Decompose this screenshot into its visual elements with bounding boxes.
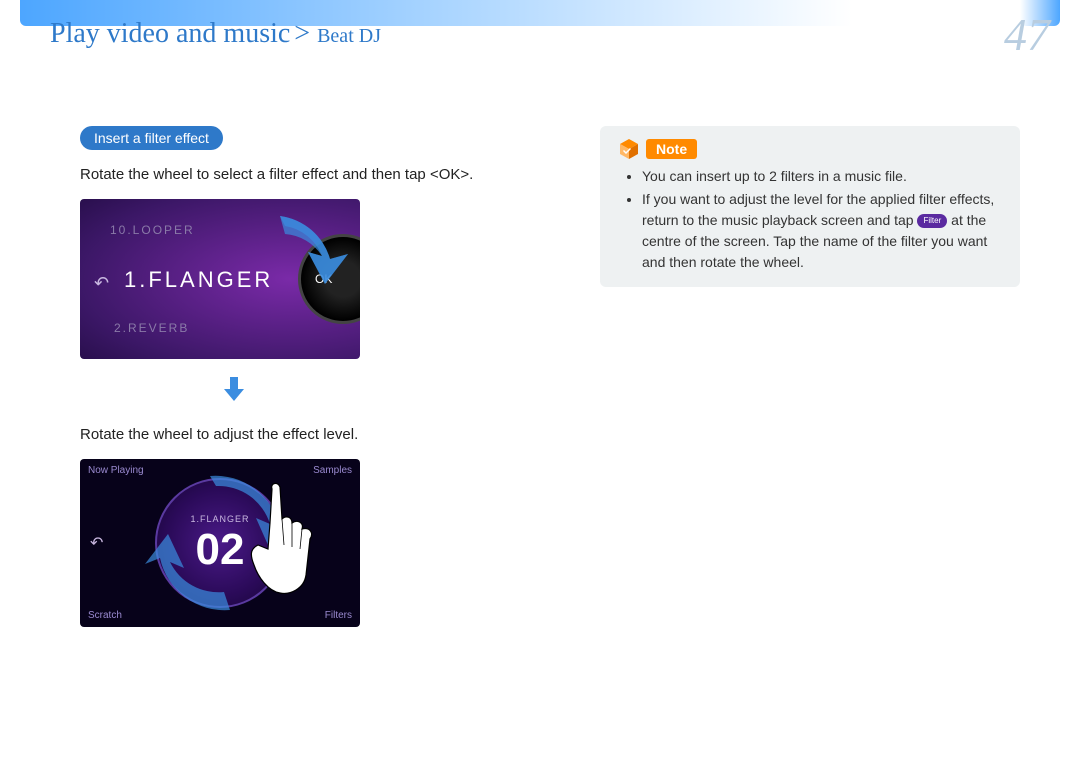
filter-next-label: 2.REVERB (114, 321, 189, 335)
breadcrumb-separator: > (294, 18, 317, 49)
note-box: Note You can insert up to 2 filters in a… (600, 126, 1020, 287)
back-icon (94, 273, 110, 289)
corner-now-playing: Now Playing (88, 465, 144, 476)
breadcrumb: Play video and music > Beat DJ (50, 18, 381, 50)
filter-prev-label: 10.LOOPER (110, 223, 195, 237)
filter-current-label: 1.FLANGER (124, 267, 273, 293)
page-number: 47 (1004, 8, 1050, 61)
note-item: If you want to adjust the level for the … (642, 189, 1002, 273)
note-item: You can insert up to 2 filters in a musi… (642, 166, 1002, 187)
down-arrow-icon (220, 375, 248, 403)
filter-select-screenshot: 10.LOOPER 1.FLANGER 2.REVERB OK (80, 199, 360, 359)
back-icon: ↶ (90, 533, 103, 553)
touch-hand-icon (240, 479, 330, 599)
step1-text: Rotate the wheel to select a filter effe… (80, 164, 530, 185)
note-list: You can insert up to 2 filters in a musi… (618, 166, 1002, 273)
level-adjust-screenshot: Now Playing Samples Scratch Filters ↶ 1.… (80, 459, 360, 627)
step2-text: Rotate the wheel to adjust the effect le… (80, 424, 530, 445)
filter-chip-icon: Filter (917, 214, 947, 228)
note-label: Note (646, 139, 697, 159)
section-title-badge: Insert a filter effect (80, 126, 223, 150)
dial-level-value: 02 (196, 528, 245, 572)
breadcrumb-page: Beat DJ (317, 25, 381, 47)
corner-samples: Samples (313, 465, 352, 476)
corner-filters: Filters (325, 610, 352, 621)
corner-scratch: Scratch (88, 610, 122, 621)
ok-button-graphic: OK (298, 234, 360, 324)
ok-label: OK (315, 272, 332, 286)
breadcrumb-section: Play video and music (50, 18, 290, 49)
note-cube-icon (618, 138, 640, 160)
